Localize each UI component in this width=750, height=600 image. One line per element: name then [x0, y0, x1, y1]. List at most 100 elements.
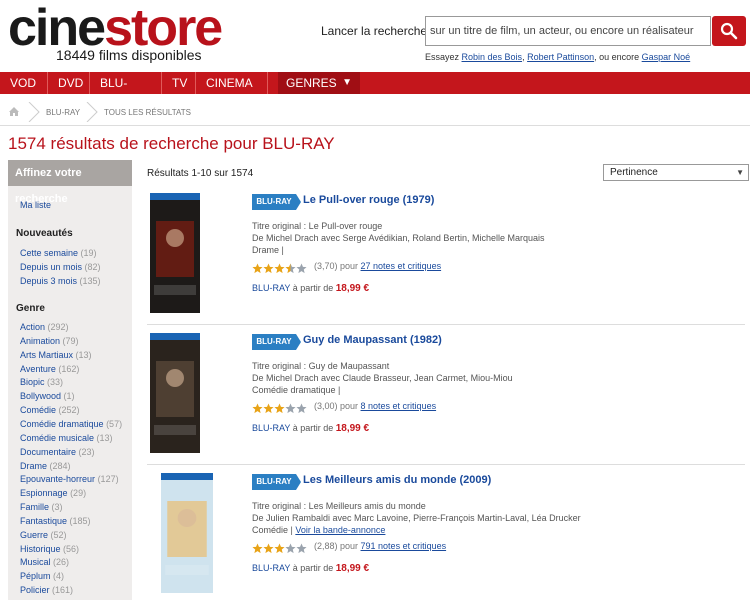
- genre-filter-label: Péplum: [20, 571, 51, 582]
- genre-filter[interactable]: Comédie musicale (13): [20, 433, 113, 443]
- genre-filter-label: Biopic: [20, 377, 45, 388]
- genre-filter-count: (26): [53, 557, 70, 568]
- genre-filter[interactable]: Famille (3): [20, 502, 63, 512]
- search-icon: [720, 22, 738, 40]
- genre-filter-label: Bollywood: [20, 391, 62, 402]
- genre-filter-count: (1): [63, 391, 75, 402]
- new-release-filter-count: (19): [80, 248, 97, 258]
- poster-image[interactable]: [161, 473, 213, 593]
- star-icon: [252, 263, 263, 274]
- genre-filter-count: (33): [47, 377, 64, 388]
- format-badge: BLU-RAY: [252, 334, 301, 350]
- price-format[interactable]: BLU-RAY: [252, 283, 290, 293]
- star-icon: [252, 543, 263, 554]
- genre-text: Comédie dramatique |: [252, 385, 341, 395]
- genre-filter-label: Fantastique: [20, 515, 68, 526]
- star-icon: [296, 403, 307, 414]
- genre-filter[interactable]: Biopic (33): [20, 377, 63, 387]
- format-badge: BLU-RAY: [252, 474, 301, 490]
- genre-filter-label: Guerre: [20, 529, 49, 540]
- result-title-link[interactable]: Le Pull-over rouge (1979): [303, 194, 434, 206]
- original-title: Titre original : Le Pull-over rouge: [252, 221, 383, 231]
- genre-filter[interactable]: Aventure (162): [20, 364, 79, 374]
- genre-filter[interactable]: Péplum (4): [20, 571, 64, 581]
- genre-filter-count: (4): [53, 571, 65, 582]
- genre-filter-count: (162): [58, 363, 80, 374]
- genre-filter[interactable]: Policier (161): [20, 585, 73, 595]
- price-from: à partir de: [290, 283, 336, 293]
- genre-filter[interactable]: Musical (26): [20, 557, 69, 567]
- genre-filter-label: Comédie: [20, 405, 57, 416]
- star-icon: [285, 543, 296, 554]
- star-icon: [296, 543, 307, 554]
- rating-summary: (3,00) pour 8 notes et critiques: [314, 401, 436, 411]
- suggest-link-3[interactable]: Gaspar Noé: [642, 52, 691, 62]
- genre-filter-count: (56): [63, 543, 80, 554]
- nav-cinema[interactable]: CINEMA: [196, 72, 268, 94]
- genre-filter-label: Musical: [20, 557, 51, 568]
- suggest-link-1[interactable]: Robin des Bois: [462, 52, 523, 62]
- breadcrumb-bluray[interactable]: BLU-RAY: [46, 108, 80, 117]
- trailer-link[interactable]: Voir la bande-annonce: [295, 525, 385, 535]
- nav-tv[interactable]: TV: [162, 72, 196, 94]
- genre-filter[interactable]: Bollywood (1): [20, 391, 75, 401]
- original-title: Titre original : Les Meilleurs amis du m…: [252, 501, 426, 511]
- price-line: BLU-RAY à partir de 18,99 €: [252, 563, 369, 574]
- result-title-link[interactable]: Guy de Maupassant (1982): [303, 334, 442, 346]
- genre-filter[interactable]: Fantastique (185): [20, 516, 91, 526]
- refine-sidebar: Affinez votre recherche Ma liste Nouveau…: [8, 160, 132, 600]
- reviews-link[interactable]: 27 notes et critiques: [361, 261, 442, 271]
- reviews-link[interactable]: 791 notes et critiques: [361, 541, 447, 551]
- genre-filter-count: (185): [69, 515, 91, 526]
- price-from: à partir de: [290, 423, 336, 433]
- star-icon: [274, 543, 285, 554]
- search-label: Lancer la recherche: [321, 24, 428, 38]
- genre-filter[interactable]: Animation (79): [20, 336, 79, 346]
- breadcrumb: BLU-RAY TOUS LES RÉSULTATS: [0, 98, 750, 126]
- genre-filter[interactable]: Drame (284): [20, 461, 71, 471]
- genre-filter[interactable]: Epouvante-horreur (127): [20, 474, 119, 484]
- genre-filter-label: Action: [20, 322, 46, 332]
- genre-filter[interactable]: Espionnage (29): [20, 488, 86, 498]
- catalog-count: 18449 films disponibles: [56, 47, 202, 63]
- my-list-link[interactable]: Ma liste: [20, 200, 51, 210]
- new-release-filter[interactable]: Depuis un mois (82): [20, 262, 101, 272]
- genre-filter-count: (23): [78, 446, 95, 457]
- genre-filter-count: (79): [62, 335, 79, 346]
- page-title: 1574 résultats de recherche pour BLU-RAY: [8, 134, 335, 153]
- genre-filter[interactable]: Documentaire (23): [20, 447, 95, 457]
- nav-dvd[interactable]: DVD: [48, 72, 90, 94]
- nav-genres[interactable]: GENRES ▼: [278, 72, 360, 94]
- poster-image[interactable]: [150, 333, 200, 453]
- price-format[interactable]: BLU-RAY: [252, 423, 290, 433]
- genre-filter[interactable]: Action (292): [20, 322, 69, 332]
- reviews-link[interactable]: 8 notes et critiques: [361, 401, 437, 411]
- new-release-filter[interactable]: Cette semaine (19): [20, 248, 97, 258]
- search-input[interactable]: sur un titre de film, un acteur, ou enco…: [425, 16, 711, 46]
- price-format[interactable]: BLU-RAY: [252, 563, 290, 573]
- genre-filter[interactable]: Historique (56): [20, 544, 79, 554]
- new-release-filter[interactable]: Depuis 3 mois (135): [20, 276, 101, 286]
- format-badge: BLU-RAY: [252, 194, 301, 210]
- credits: De Michel Drach avec Serge Avédikian, Ro…: [252, 233, 545, 243]
- genre-filter-count: (284): [49, 460, 71, 471]
- nav-genres-label: GENRES: [286, 76, 337, 90]
- genre-filter-label: Comédie musicale: [20, 432, 95, 443]
- genre-filter[interactable]: Comédie (252): [20, 405, 80, 415]
- result-item: BLU-RAY Le Pull-over rouge (1979) Titre or…: [147, 187, 745, 325]
- result-title-link[interactable]: Les Meilleurs amis du monde (2009): [303, 474, 491, 486]
- home-icon[interactable]: [8, 106, 20, 117]
- nav-vod[interactable]: VOD: [0, 72, 48, 94]
- poster-image[interactable]: [150, 193, 200, 313]
- rating-summary: (2,88) pour 791 notes et critiques: [314, 541, 446, 551]
- nav-bluray[interactable]: BLU-RAY: [90, 72, 162, 112]
- chevron-down-icon: ▼: [342, 77, 352, 88]
- suggest-link-2[interactable]: Robert Pattinson: [527, 52, 594, 62]
- genre-filter[interactable]: Comédie dramatique (57): [20, 419, 122, 429]
- rating-summary: (3,70) pour 27 notes et critiques: [314, 261, 441, 271]
- search-button[interactable]: [712, 16, 746, 46]
- genre-filter[interactable]: Guerre (52): [20, 530, 67, 540]
- genre-filter-count: (13): [96, 432, 113, 443]
- genre-filter[interactable]: Arts Martiaux (13): [20, 350, 92, 360]
- sort-select[interactable]: Pertinence ▼: [603, 164, 749, 181]
